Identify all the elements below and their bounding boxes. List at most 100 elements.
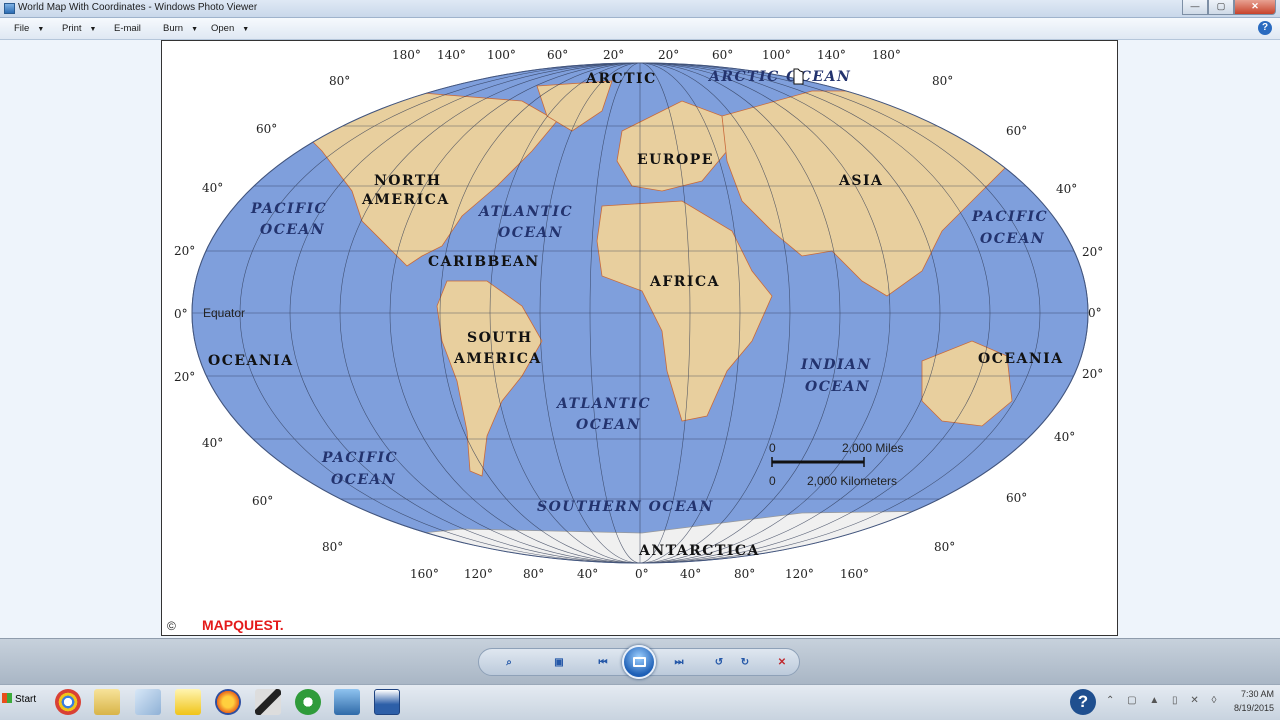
help-icon[interactable]: ?	[1070, 689, 1096, 715]
paint-icon[interactable]	[135, 689, 161, 715]
lon-bottom-label: 120°	[785, 567, 814, 581]
antarctica-label: ANTARCTICA	[638, 543, 760, 559]
lat-left-label: 60°	[252, 494, 273, 508]
window-controls: — ▢ ✕	[1182, 0, 1276, 15]
mapquest-logo: MAPQUEST.	[202, 617, 284, 633]
indian-ocean-label: INDIAN	[800, 357, 872, 373]
lat-left-label: 0°	[174, 307, 188, 321]
checklist-icon[interactable]	[175, 689, 201, 715]
atlantic-ocean-label: ATLANTIC	[477, 204, 573, 220]
asia-label: ASIA	[838, 173, 883, 189]
lat-right-label: 60°	[1006, 124, 1027, 138]
lat-right-label: 40°	[1056, 182, 1077, 196]
chevron-down-icon: ▼	[242, 26, 250, 33]
title-bar: World Map With Coordinates - Windows Pho…	[0, 0, 1280, 18]
rotate-left-icon[interactable]: ↺	[711, 656, 727, 670]
help-icon[interactable]: ?	[1258, 21, 1272, 35]
lon-bottom-label: 160°	[840, 567, 869, 581]
rotate-right-icon[interactable]: ↻	[737, 656, 753, 670]
lat-left-label: 20°	[174, 244, 195, 258]
chevron-down-icon: ▼	[37, 26, 45, 33]
start-button[interactable]: Start	[2, 693, 36, 705]
lon-top-label: 20°	[658, 48, 679, 62]
pacific-ocean-label: OCEAN	[980, 231, 1045, 247]
lon-bottom-label: 0°	[635, 567, 649, 581]
europe-label: EUROPE	[637, 152, 714, 168]
menu-open-label: Open	[211, 23, 235, 34]
menu-file[interactable]: File ▼	[14, 23, 44, 34]
south-america-label: SOUTH	[467, 330, 533, 346]
microphone-icon[interactable]	[255, 689, 281, 715]
world-map-image: 180° 140° 100° 60° 20° 20° 60° 100° 140°…	[161, 40, 1118, 636]
viewer-controls: ⌕ ▣ ⏮ ⏭ ↺ ↻ ✕	[0, 638, 1280, 684]
slideshow-icon	[633, 657, 646, 667]
lon-bottom-label: 80°	[523, 567, 544, 581]
word-icon[interactable]	[374, 689, 400, 715]
window-title: World Map With Coordinates - Windows Pho…	[18, 2, 258, 13]
africa-label: AFRICA	[649, 274, 720, 290]
maximize-button[interactable]: ▢	[1208, 0, 1234, 15]
lon-bottom-label: 120°	[464, 567, 493, 581]
lon-top-label: 180°	[392, 48, 421, 62]
lat-left-label: 40°	[202, 436, 223, 450]
next-icon[interactable]: ⏭	[671, 656, 687, 670]
lon-top-label: 20°	[603, 48, 624, 62]
menu-burn[interactable]: Burn ▼	[163, 23, 198, 34]
southern-ocean-label: SOUTHERN OCEAN	[537, 499, 714, 515]
firefox-icon[interactable]	[215, 689, 241, 715]
delete-icon[interactable]: ✕	[774, 656, 790, 670]
scale-miles-zero: 0	[769, 441, 776, 455]
folder-icon[interactable]	[94, 689, 120, 715]
lon-top-label: 180°	[872, 48, 901, 62]
lat-right-label: 20°	[1082, 367, 1103, 381]
lon-bottom-label: 40°	[577, 567, 598, 581]
menu-bar: File ▼ Print ▼ E-mail Burn ▼ Open ▼ ?	[0, 18, 1280, 40]
arctic-label: ARCTIC	[585, 71, 657, 87]
menu-open[interactable]: Open ▼	[211, 23, 249, 34]
lon-bottom-label: 80°	[734, 567, 755, 581]
bottom-longitude-labels: 160° 120° 80° 40° 0° 40° 80° 120° 160°	[410, 567, 869, 581]
slideshow-button[interactable]	[622, 645, 656, 679]
pacific-ocean-label: OCEAN	[260, 222, 325, 238]
caribbean-label: CARIBBEAN	[428, 254, 540, 270]
atlantic-ocean-label: OCEAN	[498, 225, 563, 241]
windows-flag-icon	[2, 693, 12, 703]
lon-top-label: 60°	[547, 48, 568, 62]
minimize-button[interactable]: —	[1182, 0, 1208, 15]
system-tray-icons[interactable]: ⌃ ▢ ▲ ▯ ✕ ◊	[1106, 695, 1221, 706]
lon-top-label: 140°	[817, 48, 846, 62]
utorrent-icon[interactable]	[295, 689, 321, 715]
clock-time: 7:30 AM	[1240, 689, 1274, 699]
oceania-label: OCEANIA	[978, 351, 1064, 367]
top-longitude-labels: 180° 140° 100° 60° 20° 20° 60° 100° 140°…	[392, 48, 901, 62]
clock[interactable]: 7:30 AM 8/19/2015	[1234, 687, 1274, 715]
scale-miles-label: 2,000 Miles	[842, 441, 903, 455]
zoom-icon[interactable]: ⌕	[501, 656, 517, 670]
lon-top-label: 100°	[487, 48, 516, 62]
menu-file-label: File	[14, 23, 30, 34]
menu-burn-label: Burn	[163, 23, 184, 34]
clock-date: 8/19/2015	[1233, 703, 1274, 713]
oceania-label: OCEANIA	[208, 353, 294, 369]
lat-right-label: 60°	[1006, 491, 1027, 505]
photo-viewer-icon[interactable]	[334, 689, 360, 715]
lat-right-label: 20°	[1082, 245, 1103, 259]
indian-ocean-label: OCEAN	[805, 379, 870, 395]
atlantic-ocean-label: OCEAN	[576, 417, 641, 433]
pacific-ocean-label: PACIFIC	[971, 209, 1048, 225]
chevron-down-icon: ▼	[191, 26, 199, 33]
menu-email-label: E-mail	[114, 23, 141, 34]
copyright-symbol: ©	[167, 619, 176, 633]
menu-email[interactable]: E-mail	[114, 23, 141, 34]
menu-print[interactable]: Print ▼	[62, 23, 96, 34]
world-map-svg: 180° 140° 100° 60° 20° 20° 60° 100° 140°…	[167, 48, 1103, 633]
actual-size-icon[interactable]: ▣	[551, 656, 567, 670]
close-button[interactable]: ✕	[1234, 0, 1276, 15]
previous-icon[interactable]: ⏮	[595, 656, 611, 670]
lat-left-label: 20°	[174, 370, 195, 384]
scale-km-zero: 0	[769, 474, 776, 488]
pacific-ocean-label: PACIFIC	[250, 201, 327, 217]
lat-left-label: 40°	[202, 181, 223, 195]
lat-left-label: 80°	[322, 540, 343, 554]
chrome-icon[interactable]	[55, 689, 81, 715]
